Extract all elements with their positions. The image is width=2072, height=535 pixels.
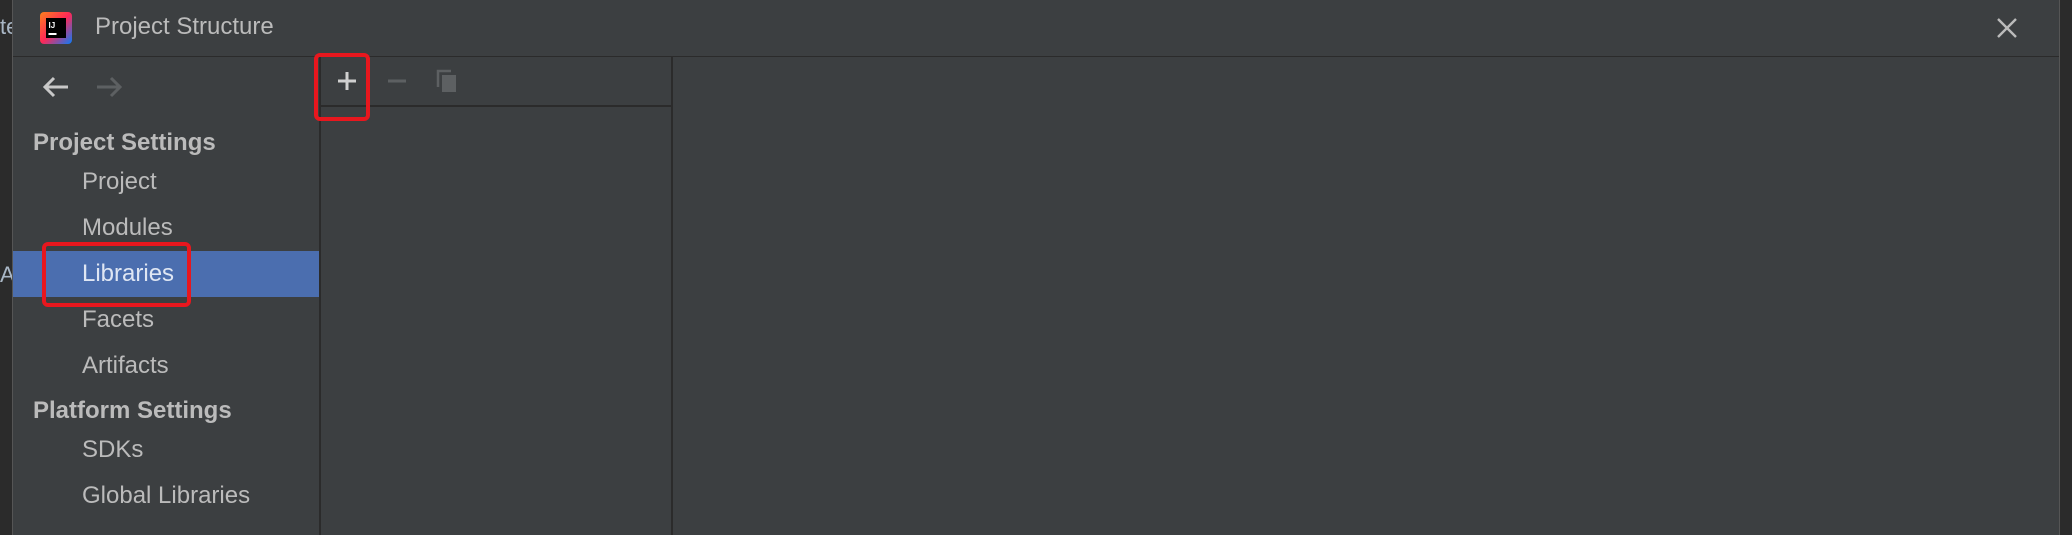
nav-item-libraries[interactable]: Libraries (13, 251, 319, 297)
nav-item-modules[interactable]: Modules (13, 205, 319, 251)
section-header-project-settings: Project Settings (33, 129, 216, 156)
minus-icon[interactable] (379, 63, 415, 99)
dialog-titlebar: IJ Project Structure (13, 0, 2059, 57)
arrow-left-icon[interactable] (41, 71, 73, 103)
plus-icon[interactable] (329, 63, 365, 99)
library-details-panel (673, 57, 2059, 535)
section-header-platform-settings: Platform Settings (33, 397, 232, 424)
nav-item-label: Project (82, 168, 157, 195)
nav-item-label: Libraries (82, 260, 175, 287)
dialog-title: Project Structure (95, 13, 274, 40)
nav-item-label: Modules (82, 214, 173, 241)
arrow-right-icon[interactable] (93, 71, 125, 103)
nav-item-label: SDKs (82, 436, 144, 463)
nav-item-project[interactable]: Project (13, 159, 319, 205)
settings-navigation: Project Settings Project Modules Librari… (13, 57, 321, 535)
nav-item-sdks[interactable]: SDKs (13, 427, 319, 473)
copy-icon[interactable] (429, 63, 465, 99)
svg-text:IJ: IJ (49, 21, 56, 30)
nav-item-global-libraries[interactable]: Global Libraries (13, 473, 319, 519)
nav-item-label: Global Libraries (82, 482, 251, 509)
libraries-list-panel (321, 57, 673, 535)
nav-item-artifacts[interactable]: Artifacts (13, 343, 319, 389)
project-structure-dialog: IJ Project Structure Project Settings Pr… (12, 0, 2060, 535)
nav-item-label: Facets (82, 306, 155, 333)
nav-item-label: Artifacts (82, 352, 169, 379)
intellij-idea-icon: IJ (40, 12, 72, 44)
nav-item-facets[interactable]: Facets (13, 297, 319, 343)
libraries-toolbar (321, 57, 671, 107)
close-icon[interactable] (1991, 12, 2023, 44)
background-ide-edge-right (2058, 0, 2072, 535)
